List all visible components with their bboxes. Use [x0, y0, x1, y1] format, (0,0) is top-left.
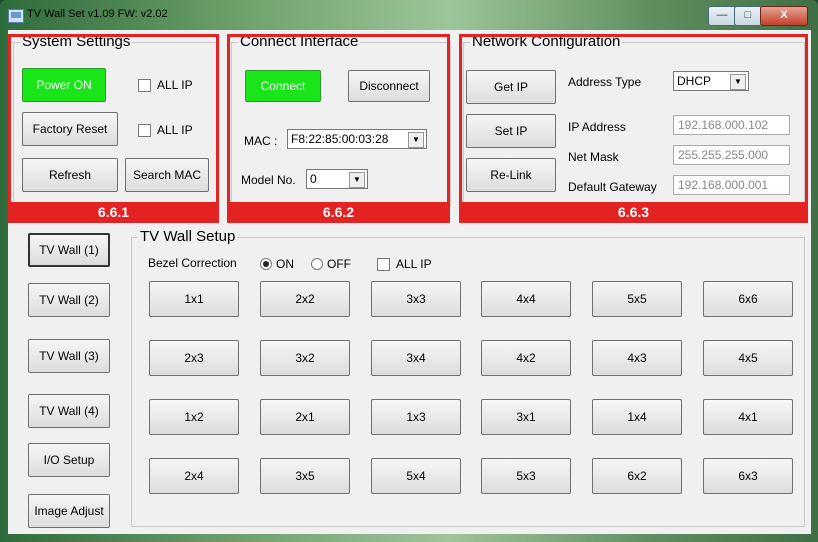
layout-3x5-button[interactable]: 3x5: [260, 458, 350, 494]
app-icon: [8, 9, 24, 23]
tv-wall-setup-title: TV Wall Setup: [138, 228, 238, 246]
layout-1x1-button[interactable]: 1x1: [149, 281, 239, 317]
layout-1x3-button[interactable]: 1x3: [371, 399, 461, 435]
layout-5x4-button[interactable]: 5x4: [371, 458, 461, 494]
layout-4x4-button[interactable]: 4x4: [481, 281, 571, 317]
bezel-on-radio[interactable]: ON: [260, 257, 294, 271]
io-setup-button[interactable]: I/O Setup: [28, 443, 110, 477]
annotation-tag-661: 6.6.1: [8, 202, 219, 222]
tv-wall-1-button[interactable]: TV Wall (1): [28, 233, 110, 267]
checkbox-box: [377, 257, 390, 271]
annotation-tag-662: 6.6.2: [227, 202, 450, 222]
layout-3x2-button[interactable]: 3x2: [260, 340, 350, 376]
bezel-correction-label: Bezel Correction: [148, 256, 237, 270]
tv-wall-3-button[interactable]: TV Wall (3): [28, 339, 110, 373]
layout-4x1-button[interactable]: 4x1: [703, 399, 793, 435]
layout-1x4-button[interactable]: 1x4: [592, 399, 682, 435]
bezel-off-label: OFF: [327, 257, 351, 271]
client-area: System Settings Power ON ALL IP Factory …: [8, 30, 811, 534]
annotation-frame-661: [8, 34, 219, 223]
radio-dot: [311, 258, 323, 270]
layout-5x3-button[interactable]: 5x3: [481, 458, 571, 494]
app-window: TV Wall Set v1.09 FW: v2.02 — □ X System…: [0, 0, 818, 542]
bezel-off-radio[interactable]: OFF: [311, 257, 351, 271]
layout-6x2-button[interactable]: 6x2: [592, 458, 682, 494]
layout-3x3-button[interactable]: 3x3: [371, 281, 461, 317]
layout-6x6-button[interactable]: 6x6: [703, 281, 793, 317]
annotation-frame-663: [459, 34, 808, 223]
layout-1x2-button[interactable]: 1x2: [149, 399, 239, 435]
radio-dot-selected: [260, 258, 272, 270]
layout-2x2-button[interactable]: 2x2: [260, 281, 350, 317]
layout-6x3-button[interactable]: 6x3: [703, 458, 793, 494]
maximize-button[interactable]: □: [734, 6, 762, 26]
window-title: TV Wall Set v1.09 FW: v2.02: [27, 8, 168, 20]
layout-4x5-button[interactable]: 4x5: [703, 340, 793, 376]
annotation-frame-662: [227, 34, 450, 223]
layout-3x1-button[interactable]: 3x1: [481, 399, 571, 435]
layout-2x4-button[interactable]: 2x4: [149, 458, 239, 494]
image-adjust-button[interactable]: Image Adjust: [28, 494, 110, 528]
bezel-on-label: ON: [276, 257, 294, 271]
layout-4x3-button[interactable]: 4x3: [592, 340, 682, 376]
minimize-button[interactable]: —: [708, 6, 736, 26]
close-button[interactable]: X: [760, 6, 808, 26]
layout-3x4-button[interactable]: 3x4: [371, 340, 461, 376]
tv-wall-2-button[interactable]: TV Wall (2): [28, 283, 110, 317]
layout-2x1-button[interactable]: 2x1: [260, 399, 350, 435]
layout-5x5-button[interactable]: 5x5: [592, 281, 682, 317]
annotation-tag-663: 6.6.3: [459, 202, 808, 222]
bezel-all-ip-checkbox[interactable]: ALL IP: [377, 257, 432, 271]
title-bar[interactable]: TV Wall Set v1.09 FW: v2.02 — □ X: [0, 0, 818, 30]
tv-wall-4-button[interactable]: TV Wall (4): [28, 394, 110, 428]
layout-4x2-button[interactable]: 4x2: [481, 340, 571, 376]
bezel-all-ip-label: ALL IP: [396, 257, 432, 271]
layout-2x3-button[interactable]: 2x3: [149, 340, 239, 376]
